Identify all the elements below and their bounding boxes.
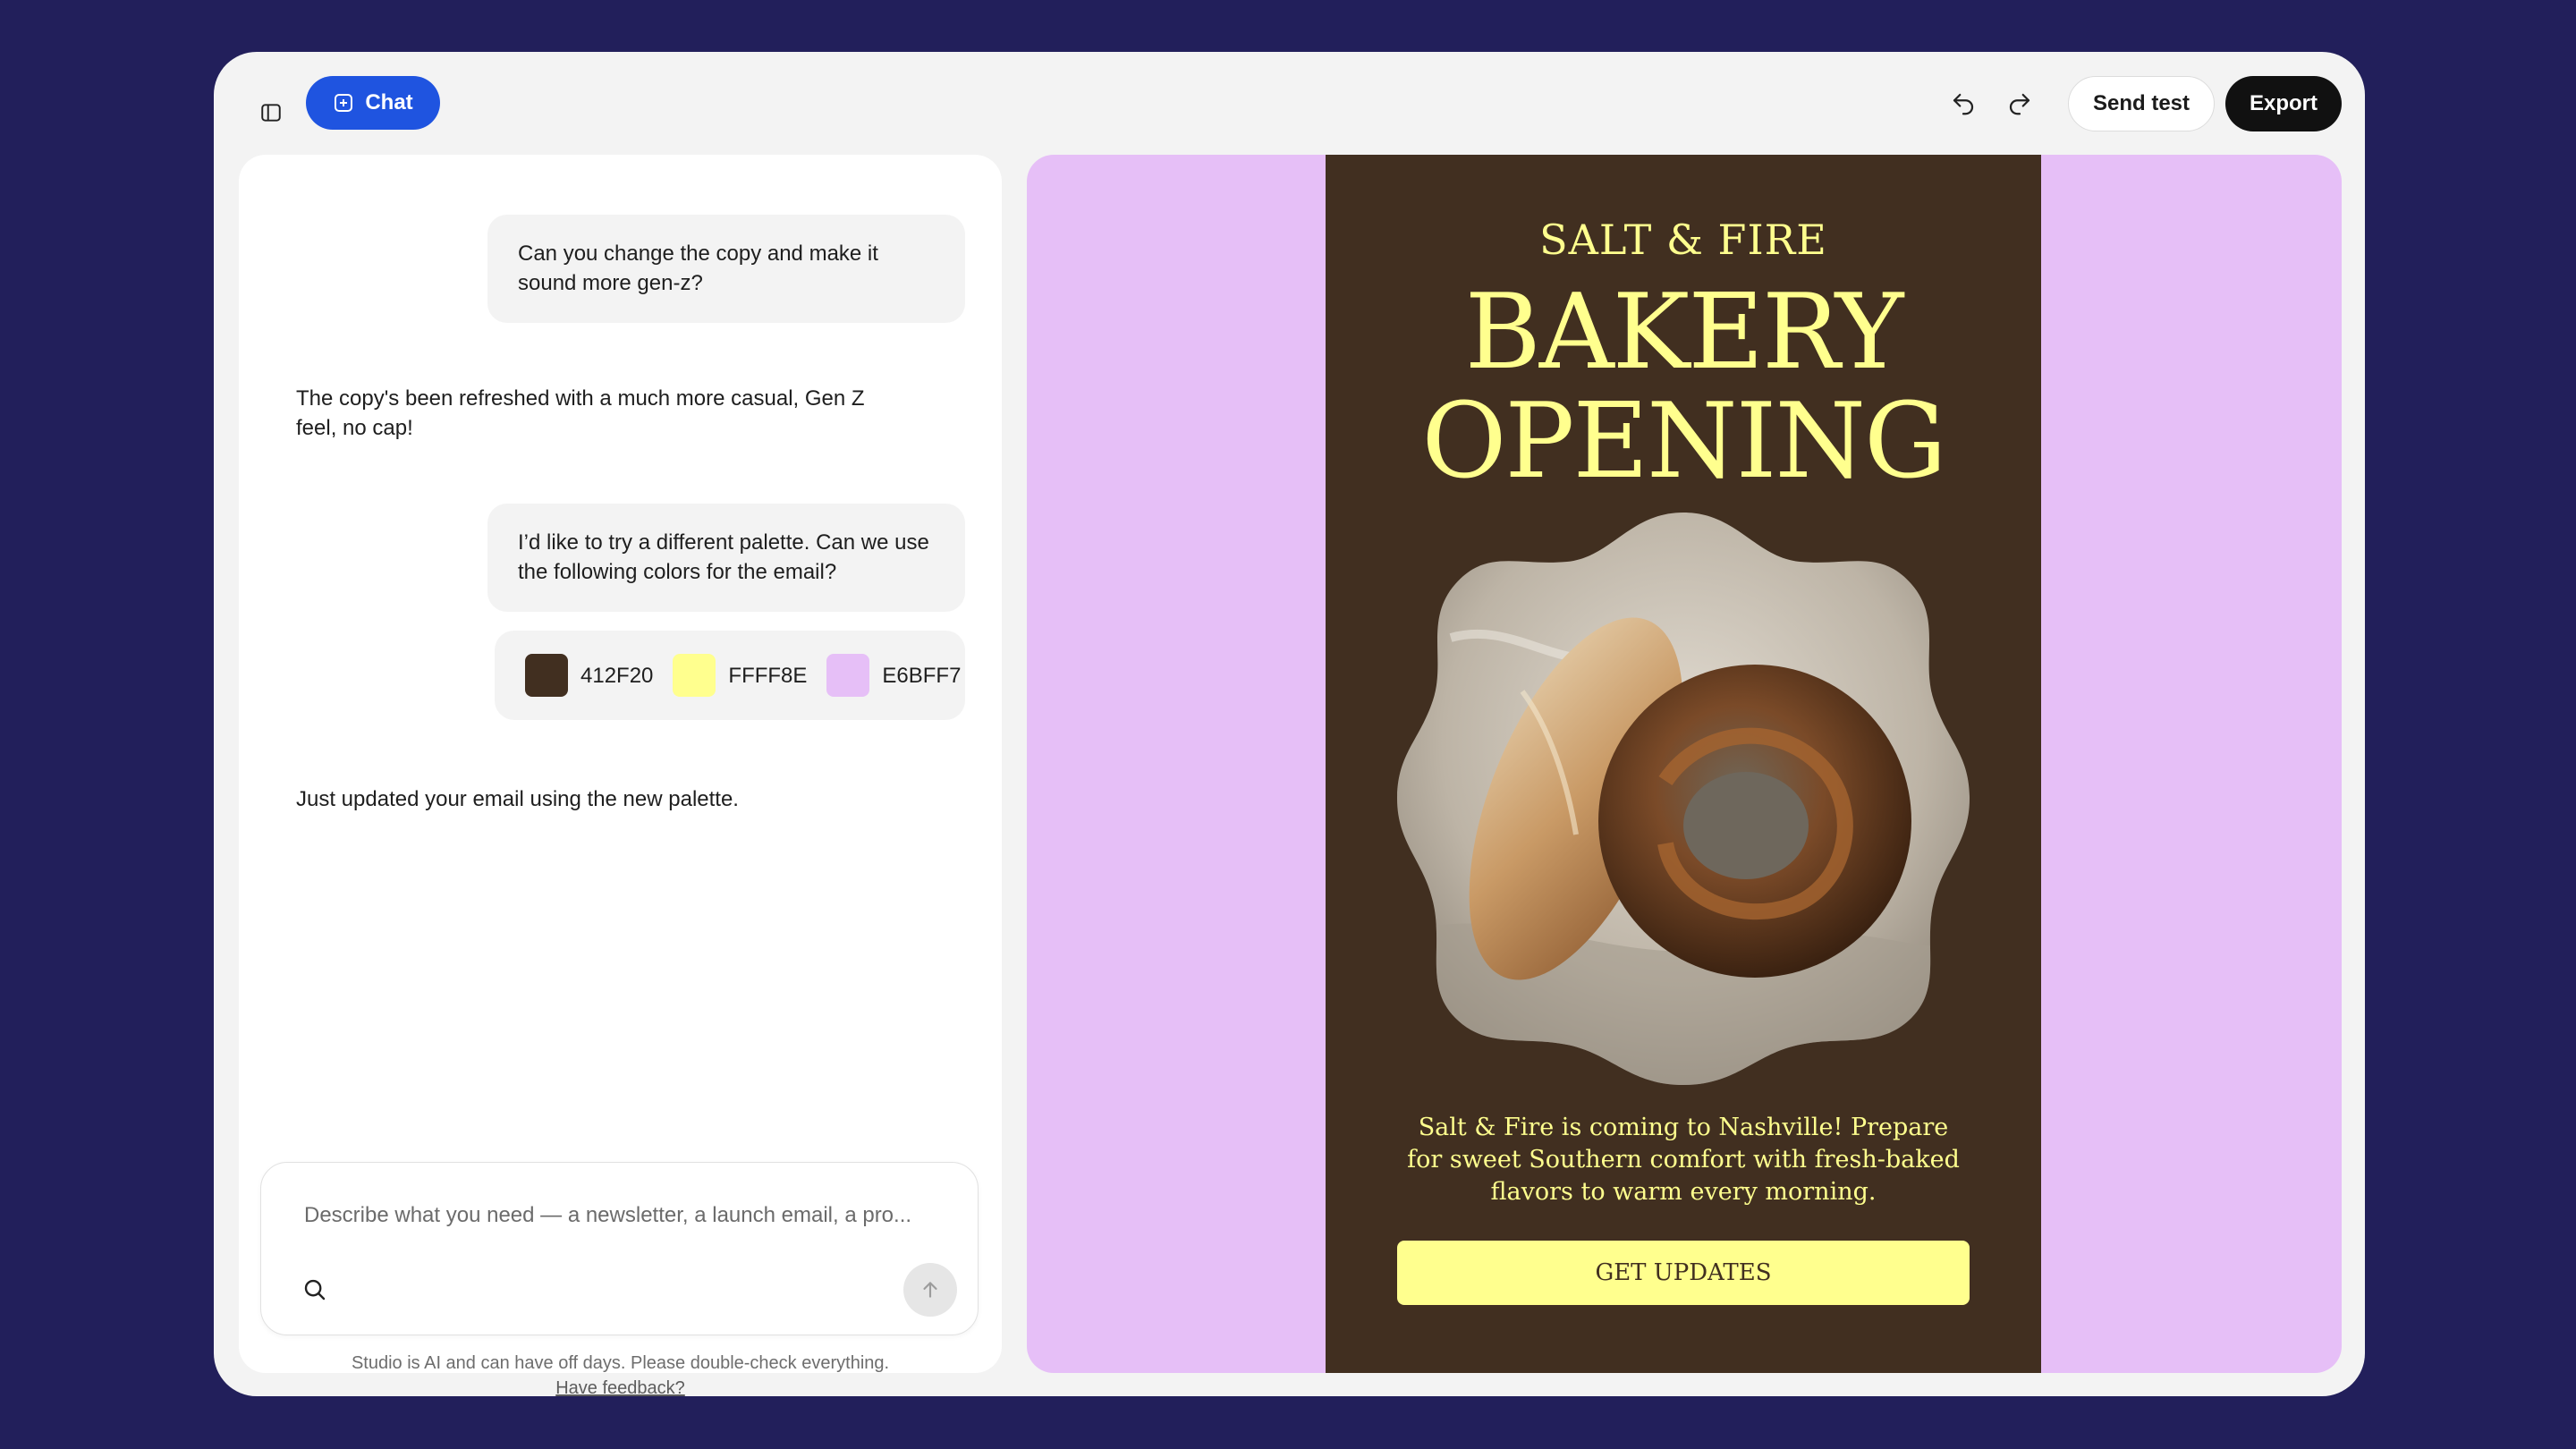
- chat-composer: [260, 1162, 979, 1335]
- color-swatch-label: 412F20: [580, 663, 654, 688]
- send-test-button[interactable]: Send test: [2068, 76, 2215, 131]
- export-button[interactable]: Export: [2225, 76, 2342, 131]
- chat-button[interactable]: Chat: [306, 76, 440, 130]
- assistant-message: Just updated your email using the new pa…: [296, 787, 739, 811]
- bread-loaves-image: [1397, 513, 1970, 1085]
- color-swatch-label: E6BFF7: [882, 663, 962, 688]
- chat-input[interactable]: [302, 1197, 923, 1234]
- redo-button[interactable]: [1996, 80, 2043, 127]
- user-message: I’d like to try a different palette. Can…: [487, 504, 965, 612]
- email-headline-line: OPENING: [1421, 381, 1946, 502]
- get-updates-button[interactable]: GET UPDATES: [1397, 1241, 1970, 1305]
- redo-icon: [2009, 93, 2030, 115]
- email-brand-name: SALT & FIRE: [1539, 216, 1827, 264]
- user-message: Can you change the copy and make it soun…: [487, 215, 965, 323]
- color-swatch: [673, 654, 716, 697]
- arrow-up-icon: [923, 1282, 937, 1298]
- email-headline: BAKERY OPENING: [1326, 278, 2041, 496]
- palette-attachment: 412F20 FFFF8E E6BFF7: [495, 631, 965, 720]
- chat-button-label: Chat: [365, 90, 413, 114]
- assistant-message: The copy's been refreshed with a much mo…: [296, 386, 865, 440]
- app-window: Chat Send test Export Can you change the…: [214, 52, 2365, 1396]
- email-preview-panel: SALT & FIRE BAKERY OPENING Salt & Fire i…: [1027, 155, 2342, 1373]
- sidebar-toggle-button[interactable]: [250, 91, 292, 134]
- undo-icon: [1953, 93, 1974, 115]
- search-button[interactable]: [293, 1268, 336, 1311]
- ai-disclaimer: Studio is AI and can have off days. Plea…: [351, 1353, 890, 1373]
- email-headline-line: BAKERY: [1464, 272, 1904, 393]
- sidebar-panel-icon: [261, 104, 281, 122]
- feedback-link[interactable]: Have feedback?: [239, 1378, 1002, 1396]
- email-body-copy: Salt & Fire is coming to Nashville! Prep…: [1407, 1114, 1960, 1206]
- search-icon: [304, 1279, 326, 1301]
- color-swatch: [525, 654, 568, 697]
- send-message-button[interactable]: [903, 1263, 957, 1317]
- chat-panel: Can you change the copy and make it soun…: [239, 155, 1002, 1396]
- color-swatch-label: FFFF8E: [728, 663, 808, 688]
- color-swatch: [826, 654, 870, 697]
- undo-button[interactable]: [1940, 80, 1987, 127]
- email-card: SALT & FIRE BAKERY OPENING Salt & Fire i…: [1326, 155, 2041, 1373]
- plus-square-icon: [335, 94, 353, 112]
